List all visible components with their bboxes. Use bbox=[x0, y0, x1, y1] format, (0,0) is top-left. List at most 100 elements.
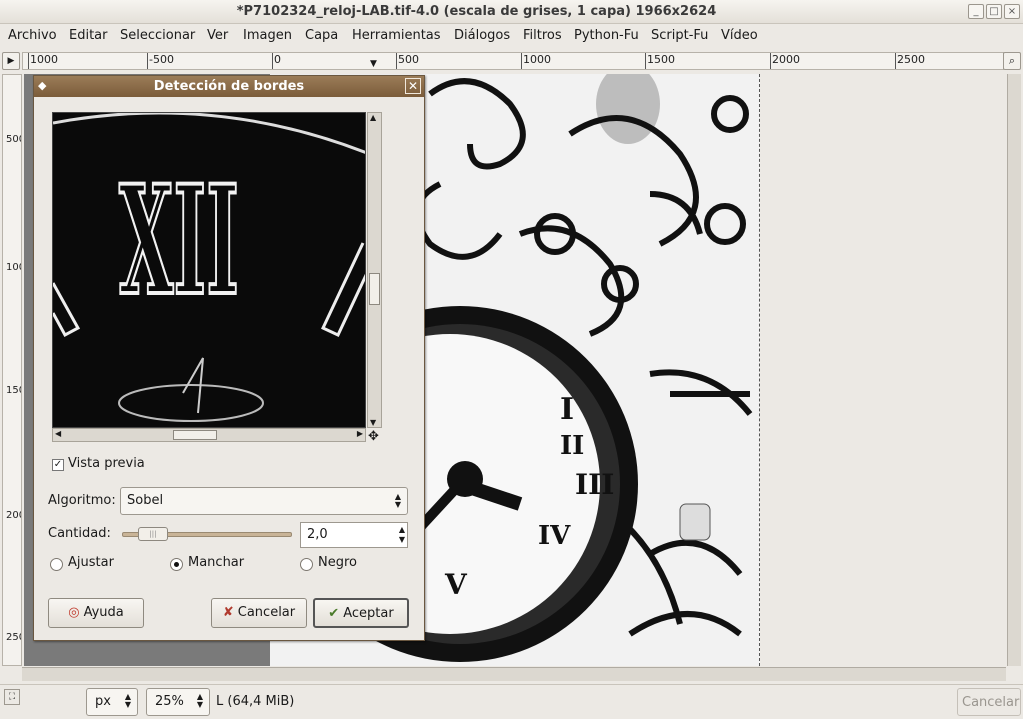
preview-hscroll-thumb[interactable] bbox=[173, 430, 217, 440]
scroll-down-icon: ▼ bbox=[370, 418, 377, 427]
ok-button[interactable]: ✔ Aceptar bbox=[313, 598, 409, 628]
ruler-label: -500 bbox=[149, 53, 174, 66]
cancel-x-icon: ✘ bbox=[222, 605, 234, 620]
dialog-close-button[interactable]: ✕ bbox=[405, 78, 421, 94]
preview-numerals: XII bbox=[119, 153, 239, 329]
preview-vscroll-thumb[interactable] bbox=[369, 273, 380, 305]
help-icon: ◎ bbox=[68, 605, 80, 620]
ruler-label: 500 bbox=[398, 53, 419, 66]
ruler-label: 2500 bbox=[897, 53, 925, 66]
scroll-left-icon: ◀ bbox=[55, 429, 62, 438]
ruler-label: 1500 bbox=[647, 53, 675, 66]
svg-text:IV: IV bbox=[538, 521, 571, 551]
ruler-label: 2000 bbox=[772, 53, 800, 66]
ruler-label: 1000 bbox=[523, 53, 551, 66]
amount-spinbutton[interactable]: 2,0 ▲ ▼ bbox=[300, 522, 408, 548]
minimize-icon: _ bbox=[973, 6, 979, 17]
help-label: Ayuda bbox=[83, 605, 124, 620]
amount-label: Cantidad: bbox=[48, 526, 111, 541]
ruler-label: 1000 bbox=[30, 53, 58, 66]
vertical-scrollbar[interactable] bbox=[1007, 74, 1021, 666]
ruler-label: 0 bbox=[274, 53, 281, 66]
ruler-label: 1000 bbox=[6, 262, 21, 273]
menu-dialogos[interactable]: Diálogos bbox=[454, 28, 510, 43]
maximize-icon: □ bbox=[989, 6, 999, 17]
help-button[interactable]: ◎ Ayuda bbox=[48, 598, 144, 628]
menu-python-fu[interactable]: Python-Fu bbox=[574, 28, 639, 43]
preview-area[interactable]: XII bbox=[52, 112, 366, 428]
updown-arrow-icon: ▲ ▼ bbox=[394, 492, 401, 509]
close-button[interactable]: × bbox=[1004, 4, 1020, 19]
ruler-label: 2500 bbox=[6, 632, 21, 643]
ruler-pointer-icon: ▼ bbox=[370, 59, 377, 69]
menu-script-fu[interactable]: Script-Fu bbox=[651, 28, 708, 43]
title-bar: *P7102324_reloj-LAB.tif-4.0 (escala de g… bbox=[0, 0, 1023, 24]
algorithm-label: Algoritmo: bbox=[48, 493, 116, 508]
preview-hscroll[interactable]: ◀ ▶ bbox=[52, 428, 366, 442]
edge-detect-dialog: ◆ Detección de bordes ✕ XII ▲ ▼ ◀ ▶ ✥ ✓ … bbox=[33, 75, 425, 641]
svg-text:II: II bbox=[560, 431, 584, 461]
maximize-button[interactable]: □ bbox=[986, 4, 1002, 19]
minimize-button[interactable]: _ bbox=[968, 4, 984, 19]
zoom-button[interactable]: ⌕ bbox=[1003, 52, 1021, 70]
preview-checkbox[interactable]: ✓ bbox=[52, 459, 64, 471]
menu-video[interactable]: Vídeo bbox=[721, 28, 758, 43]
preview-vscroll[interactable]: ▲ ▼ bbox=[367, 112, 382, 428]
ruler-row: ▶ 1000 -500 0 500 1000 1500 2000 2500 ▼ … bbox=[0, 50, 1023, 72]
status-info: L (64,4 MiB) bbox=[216, 694, 295, 709]
zoom-icon: ⌕ bbox=[1008, 54, 1016, 67]
unit-value: px bbox=[95, 694, 111, 709]
scroll-up-icon: ▲ bbox=[370, 113, 377, 122]
ok-label: Aceptar bbox=[343, 606, 394, 621]
quick-mask-icon: ⛶ bbox=[8, 692, 16, 702]
amount-slider-handle[interactable]: ||| bbox=[138, 527, 168, 541]
window-title: *P7102324_reloj-LAB.tif-4.0 (escala de g… bbox=[236, 4, 717, 19]
zoom-select[interactable]: 25% ▲ ▼ bbox=[146, 688, 210, 716]
amount-value: 2,0 bbox=[307, 527, 328, 542]
menu-bar: Archivo Editar Seleccionar Ver Imagen Ca… bbox=[0, 24, 1023, 50]
move-icon[interactable]: ✥ bbox=[368, 429, 379, 444]
cancel-button[interactable]: ✘ Cancelar bbox=[211, 598, 307, 628]
menu-ver[interactable]: Ver bbox=[207, 28, 228, 43]
menu-editar[interactable]: Editar bbox=[69, 28, 108, 43]
menu-filtros[interactable]: Filtros bbox=[523, 28, 562, 43]
menu-herramientas[interactable]: Herramientas bbox=[352, 28, 441, 43]
preview-label: Vista previa bbox=[68, 456, 145, 471]
edge-preview-image: XII bbox=[53, 113, 365, 427]
algorithm-value: Sobel bbox=[127, 493, 164, 508]
unit-select[interactable]: px ▲ ▼ bbox=[86, 688, 138, 716]
radio-manchar-label: Manchar bbox=[188, 555, 245, 570]
horizontal-scrollbar[interactable] bbox=[22, 667, 1006, 681]
ruler-label: 500 bbox=[6, 134, 21, 145]
dialog-titlebar: ◆ Detección de bordes ✕ bbox=[34, 76, 424, 97]
svg-text:III: III bbox=[575, 468, 614, 501]
menu-imagen[interactable]: Imagen bbox=[243, 28, 292, 43]
dialog-title: Detección de bordes bbox=[153, 79, 305, 94]
menu-capa[interactable]: Capa bbox=[305, 28, 338, 43]
menu-archivo[interactable]: Archivo bbox=[8, 28, 57, 43]
vertical-ruler[interactable]: 500 1000 1500 2000 2500 bbox=[2, 74, 22, 666]
ruler-label: 2000 bbox=[6, 510, 21, 521]
zoom-value: 25% bbox=[155, 694, 184, 709]
status-cancel-button[interactable]: Cancelar bbox=[957, 688, 1021, 716]
radio-ajustar[interactable] bbox=[50, 558, 63, 571]
horizontal-ruler[interactable]: 1000 -500 0 500 1000 1500 2000 2500 ▼ bbox=[22, 52, 1004, 70]
svg-text:I: I bbox=[560, 392, 574, 427]
radio-negro-label: Negro bbox=[318, 555, 357, 570]
radio-manchar[interactable] bbox=[170, 558, 183, 571]
menu-seleccionar[interactable]: Seleccionar bbox=[120, 28, 195, 43]
ruler-label: 1500 bbox=[6, 385, 21, 396]
menu-arrow-button[interactable]: ▶ bbox=[2, 52, 20, 70]
canvas-padding bbox=[760, 74, 1006, 666]
updown-arrow-icon: ▲ ▼ bbox=[398, 525, 405, 544]
scroll-right-icon: ▶ bbox=[356, 429, 363, 438]
radio-ajustar-label: Ajustar bbox=[68, 555, 114, 570]
gimp-image-window: *P7102324_reloj-LAB.tif-4.0 (escala de g… bbox=[0, 0, 1023, 719]
svg-text:V: V bbox=[444, 568, 468, 601]
algorithm-select[interactable]: Sobel ▲ ▼ bbox=[120, 487, 408, 515]
updown-arrow-icon: ▲ ▼ bbox=[124, 692, 131, 709]
quick-mask-button[interactable]: ⛶ bbox=[4, 689, 20, 705]
radio-negro[interactable] bbox=[300, 558, 313, 571]
status-bar: ⛶ px ▲ ▼ 25% ▲ ▼ L (64,4 MiB) Cancelar bbox=[0, 684, 1023, 719]
cancel-label: Cancelar bbox=[237, 605, 296, 620]
